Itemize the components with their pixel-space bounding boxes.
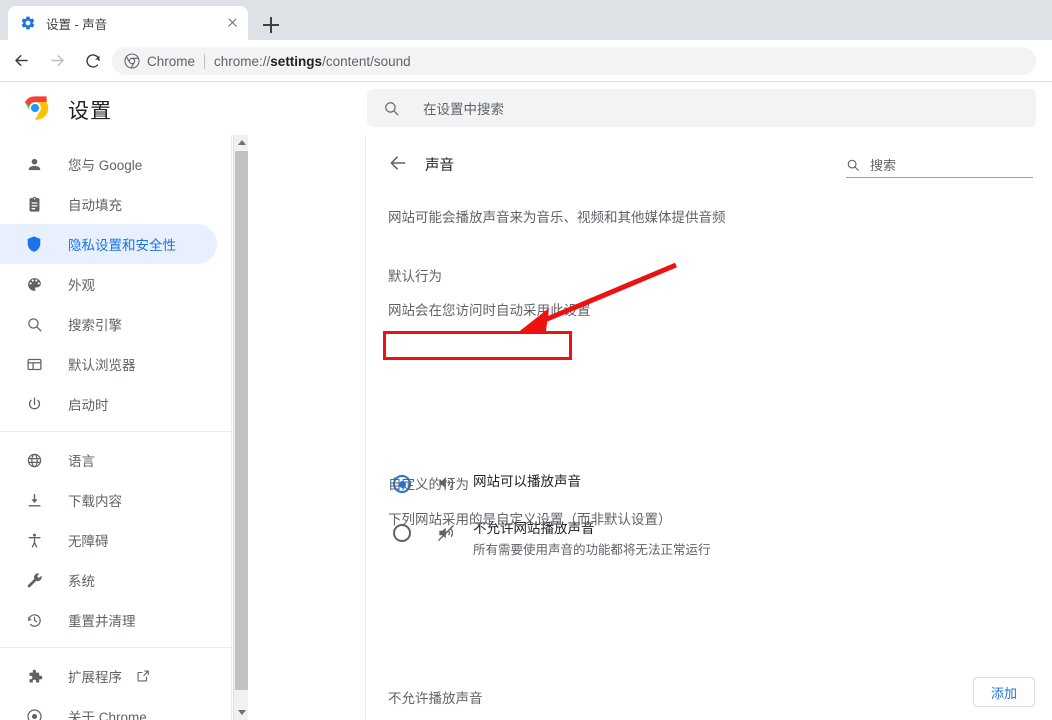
- sidebar-item-default-browser[interactable]: 默认浏览器: [0, 344, 217, 384]
- page-title: 设置: [68, 100, 112, 123]
- person-icon: [24, 154, 44, 174]
- settings-gear-icon: [20, 15, 36, 31]
- sidebar-item-label: 隐私设置和安全性: [68, 238, 176, 253]
- settings-body: 您与 Google 自动填充 隐私设置和安全性 外观 搜索引擎 默认浏览器 启动…: [0, 135, 1052, 720]
- sidebar-item-label: 系统: [68, 574, 95, 589]
- back-arrow-icon[interactable]: [6, 46, 36, 76]
- sidebar-item-label: 下载内容: [68, 494, 122, 509]
- add-button-not-allowed[interactable]: 添加: [973, 677, 1035, 707]
- scroll-up-arrow-icon[interactable]: [234, 135, 249, 150]
- radio-option-label: 网站可以播放声音: [473, 474, 581, 489]
- shield-icon: [24, 234, 44, 254]
- sidebar-item-label: 自动填充: [68, 198, 122, 213]
- default-behavior-label: 默认行为: [388, 269, 442, 284]
- list-heading-not-allowed: 不允许播放声音: [388, 691, 483, 706]
- power-icon: [24, 394, 44, 414]
- sidebar-item-search-engine[interactable]: 搜索引擎: [0, 304, 217, 344]
- content-page-title: 声音: [425, 158, 454, 174]
- reload-icon[interactable]: [78, 46, 108, 76]
- sidebar-divider: [0, 647, 231, 648]
- chrome-circle-icon: [124, 53, 140, 69]
- sidebar-item-privacy-and-security[interactable]: 隐私设置和安全性: [0, 224, 217, 264]
- tab-settings[interactable]: 设置 - 声音: [8, 6, 248, 40]
- sidebar-item-you-and-google[interactable]: 您与 Google: [0, 144, 217, 184]
- address-bar[interactable]: Chrome chrome://settings/content/sound: [112, 47, 1036, 75]
- settings-search-input[interactable]: 在设置中搜索: [367, 89, 1036, 127]
- omnibox-chip: Chrome: [147, 53, 196, 69]
- url-bold: settings: [270, 53, 323, 69]
- default-behavior-sublabel: 网站会在您访问时自动采用此设置: [388, 303, 591, 318]
- sidebar-item-autofill[interactable]: 自动填充: [0, 184, 217, 224]
- sidebar-item-label: 关于 Chrome: [68, 710, 147, 720]
- close-icon[interactable]: [224, 15, 240, 31]
- radio-option-texts: 网站可以播放声音: [473, 473, 581, 491]
- back-arrow-icon[interactable]: [388, 153, 408, 173]
- sidebar-item-label: 启动时: [68, 398, 109, 413]
- url-suffix: /content/sound: [322, 53, 411, 69]
- chrome-circle-icon: [24, 706, 44, 720]
- omnibox-separator: [204, 53, 206, 69]
- radio-option-allow-sound[interactable]: 网站可以播放声音: [382, 469, 1032, 495]
- wrench-icon: [24, 570, 44, 590]
- download-icon: [24, 490, 44, 510]
- sidebar-item-on-startup[interactable]: 启动时: [0, 384, 217, 424]
- sidebar-item-extensions[interactable]: 扩展程序: [0, 656, 217, 696]
- settings-search-placeholder: 在设置中搜索: [423, 102, 504, 117]
- sidebar-item-appearance[interactable]: 外观: [0, 264, 217, 304]
- tab-title: 设置 - 声音: [46, 17, 108, 32]
- new-tab-button[interactable]: [258, 12, 284, 38]
- sidebar: 您与 Google 自动填充 隐私设置和安全性 外观 搜索引擎 默认浏览器 启动…: [0, 135, 232, 720]
- sidebar-item-system[interactable]: 系统: [0, 560, 217, 600]
- palette-icon: [24, 274, 44, 294]
- browser-window: 设置 - 声音 Chrome chrome://settings/content…: [0, 0, 1052, 720]
- sidebar-item-reset-and-cleanup[interactable]: 重置并清理: [0, 600, 217, 640]
- sidebar-item-languages[interactable]: 语言: [0, 440, 217, 480]
- main-content: 声音 搜索 网站可能会播放声音来为音乐、视频和其他媒体提供音频 默认行为 网站会…: [367, 135, 1052, 720]
- chrome-logo-icon: [21, 94, 49, 122]
- omnibox-url: chrome://settings/content/sound: [214, 54, 411, 69]
- content-search-placeholder: 搜索: [870, 158, 897, 173]
- content-search-input[interactable]: 搜索: [846, 152, 1033, 178]
- custom-behavior-sublabel: 下列网站采用的是自定义设置（而非默认设置）: [388, 512, 672, 527]
- sidebar-item-accessibility[interactable]: 无障碍: [0, 520, 217, 560]
- clipboard-icon: [24, 194, 44, 214]
- sidebar-divider: [0, 431, 231, 432]
- puzzle-icon: [24, 666, 44, 686]
- custom-behavior-label: 自定义的行为: [388, 477, 469, 492]
- sidebar-item-label: 搜索引擎: [68, 318, 122, 333]
- globe-icon: [24, 450, 44, 470]
- url-prefix: chrome://: [214, 53, 271, 69]
- scrollbar-thumb[interactable]: [235, 151, 248, 690]
- history-restore-icon: [24, 610, 44, 630]
- sidebar-item-label: 语言: [68, 454, 95, 469]
- browser-toolbar: Chrome chrome://settings/content/sound: [0, 40, 1052, 82]
- scroll-down-arrow-icon[interactable]: [234, 705, 249, 720]
- tab-strip: 设置 - 声音: [0, 0, 1052, 40]
- sidebar-item-about-chrome[interactable]: 关于 Chrome: [0, 696, 217, 720]
- sidebar-item-label: 无障碍: [68, 534, 109, 549]
- radio-option-sublabel: 所有需要使用声音的功能都将无法正常运行: [473, 543, 711, 557]
- search-icon: [846, 158, 860, 172]
- sidebar-item-label: 重置并清理: [68, 614, 136, 629]
- sidebar-scrollbar[interactable]: [233, 135, 249, 720]
- sidebar-item-label: 默认浏览器: [68, 358, 136, 373]
- content-gutter: [248, 135, 366, 720]
- content-header: 声音 搜索: [367, 135, 1052, 190]
- sidebar-item-downloads[interactable]: 下载内容: [0, 480, 217, 520]
- browser-window-icon: [24, 354, 44, 374]
- accessibility-icon: [24, 530, 44, 550]
- search-icon: [24, 314, 44, 334]
- sidebar-item-label: 您与 Google: [68, 158, 143, 173]
- sound-description: 网站可能会播放声音来为音乐、视频和其他媒体提供音频: [388, 210, 726, 225]
- external-link-icon: [136, 669, 150, 683]
- sidebar-item-label: 外观: [68, 278, 95, 293]
- sidebar-item-label: 扩展程序: [68, 670, 122, 685]
- search-icon: [383, 100, 400, 117]
- forward-arrow-icon: [42, 46, 72, 76]
